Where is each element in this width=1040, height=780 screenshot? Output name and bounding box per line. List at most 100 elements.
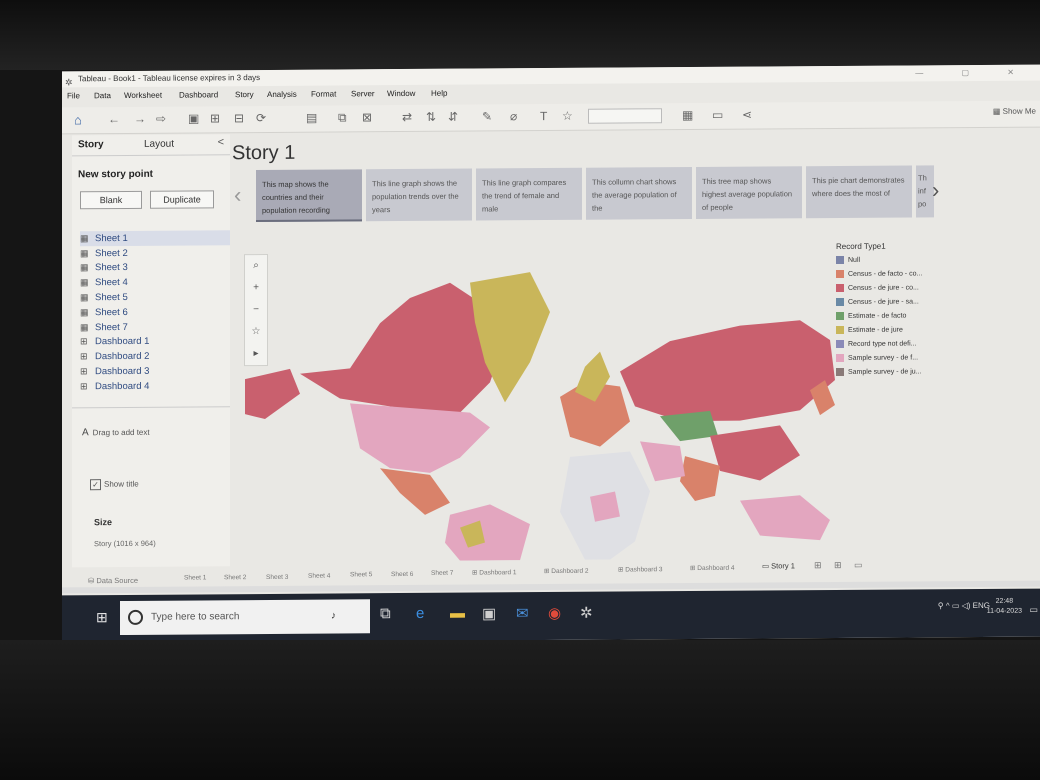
clear-sheet-icon[interactable]: ⊠	[362, 110, 372, 124]
menu-analysis[interactable]: Analysis	[267, 90, 297, 99]
tab-dashboard-4[interactable]: ⊞ Dashboard 4	[690, 564, 735, 572]
task-view-icon[interactable]: ⧉	[380, 605, 391, 622]
labels-icon[interactable]: T	[540, 109, 547, 123]
next-story-point-icon[interactable]: ›	[932, 177, 939, 203]
tab-dashboard-3[interactable]: ⊞ Dashboard 3	[618, 565, 663, 573]
list-item[interactable]: ▦ Sheet 2	[80, 245, 230, 261]
size-dropdown[interactable]: Story (1016 x 964)	[94, 539, 156, 548]
duplicate-button[interactable]: Duplicate	[150, 190, 214, 209]
legend-item[interactable]: Sample survey - de ju...	[836, 364, 946, 379]
list-item[interactable]: ⊞ Dashboard 4	[80, 378, 230, 394]
collapse-panel-icon[interactable]: <	[218, 136, 224, 148]
blank-button[interactable]: Blank	[80, 190, 142, 210]
chrome-icon[interactable]: ◉	[548, 604, 561, 622]
tab-sheet-2[interactable]: Sheet 2	[224, 574, 246, 581]
menu-dashboard[interactable]: Dashboard	[179, 90, 218, 99]
sort-desc-icon[interactable]: ⇵	[448, 110, 458, 124]
group-icon[interactable]: ⌀	[510, 109, 517, 123]
highlight-icon[interactable]: ✎	[482, 109, 492, 123]
legend-item[interactable]: Estimate - de facto	[836, 308, 946, 323]
taskbar-clock[interactable]: 22:48 11-04-2023	[987, 597, 1022, 617]
story-point[interactable]: This pie chart demonstrates where does t…	[806, 165, 912, 219]
fit-dropdown[interactable]	[588, 108, 662, 124]
legend-item[interactable]: Census - de facto - co...	[836, 266, 946, 281]
map-tools-icon[interactable]: ▸	[245, 343, 267, 365]
windows-start-icon[interactable]: ⊞	[96, 609, 108, 626]
share-icon[interactable]: ⋖	[742, 108, 752, 122]
zoom-out-icon[interactable]: −	[245, 299, 267, 321]
story-point[interactable]: This collumn chart shows the average pop…	[586, 167, 692, 220]
list-item[interactable]: ▦ Sheet 6	[80, 304, 230, 320]
tab-dashboard-1[interactable]: ⊞ Dashboard 1	[472, 568, 517, 576]
save-icon[interactable]: ▣	[188, 111, 199, 125]
story-point[interactable]: This tree map shows highest average popu…	[696, 166, 802, 219]
show-title-checkbox[interactable]: ✓ Show title	[90, 479, 139, 491]
show-me-button[interactable]: ▦ Show Me	[993, 107, 1036, 116]
legend-item[interactable]: Census - de jure - sa...	[836, 294, 946, 309]
refresh-icon[interactable]: ⟳	[256, 111, 266, 125]
tab-layout[interactable]: Layout	[144, 139, 174, 150]
mail-icon[interactable]: ✉	[516, 604, 529, 622]
home-icon[interactable]: ⌂	[74, 112, 82, 127]
legend-item[interactable]: Census - de jure - co...	[836, 280, 946, 295]
prev-story-point-icon[interactable]: ‹	[234, 182, 241, 208]
new-sheet-icon[interactable]: ▤	[306, 111, 317, 125]
tableau-taskbar-icon[interactable]: ✲	[580, 604, 593, 622]
tab-story-1[interactable]: ▭ Story 1	[762, 561, 795, 570]
legend-item[interactable]: Null	[836, 252, 946, 267]
list-item[interactable]: ▦ Sheet 7	[80, 319, 230, 335]
cards-icon[interactable]: ▦	[682, 108, 693, 122]
menu-data[interactable]: Data	[94, 91, 111, 100]
new-worksheet-icon[interactable]: ⊞	[814, 560, 822, 571]
list-item[interactable]: ⊞ Dashboard 3	[80, 363, 230, 379]
zoom-in-icon[interactable]: +	[245, 277, 267, 299]
tab-story[interactable]: Story	[78, 139, 104, 150]
menu-format[interactable]: Format	[311, 89, 336, 98]
legend-item[interactable]: Estimate - de jure	[836, 322, 946, 337]
legend-item[interactable]: Record type not defi...	[836, 336, 946, 351]
menu-server[interactable]: Server	[351, 89, 375, 98]
menu-help[interactable]: Help	[431, 89, 447, 98]
tab-sheet-4[interactable]: Sheet 4	[308, 573, 330, 580]
edge-browser-icon[interactable]: e	[416, 605, 424, 622]
menu-story[interactable]: Story	[235, 90, 254, 99]
file-explorer-icon[interactable]: ▬	[450, 605, 465, 622]
tab-sheet-6[interactable]: Sheet 6	[391, 571, 413, 578]
new-story-icon[interactable]: ▭	[854, 560, 863, 571]
tab-sheet-1[interactable]: Sheet 1	[184, 574, 206, 581]
list-item[interactable]: ▦ Sheet 5	[80, 289, 230, 305]
redo-icon[interactable]: →	[134, 112, 146, 126]
notification-icon[interactable]: ▭	[1029, 605, 1038, 616]
menu-window[interactable]: Window	[387, 89, 415, 98]
list-item[interactable]: ▦ Sheet 3	[80, 260, 230, 276]
pin-map-icon[interactable]: ☆	[245, 321, 267, 343]
replay-icon[interactable]: ⇨	[156, 112, 166, 126]
story-point[interactable]: This map shows the countries and their p…	[256, 169, 362, 223]
store-icon[interactable]: ▣	[482, 604, 496, 622]
data-source-tab[interactable]: ⛁ Data Source	[88, 576, 138, 585]
sort-asc-icon[interactable]: ⇅	[426, 110, 436, 124]
story-point[interactable]: This line graph compares the trend of fe…	[476, 167, 582, 221]
new-datasource-icon[interactable]: ⊞	[210, 111, 220, 125]
presentation-icon[interactable]: ▭	[712, 108, 723, 122]
pause-updates-icon[interactable]: ⊟	[234, 111, 244, 125]
new-dashboard-icon[interactable]: ⊞	[834, 560, 842, 571]
undo-icon[interactable]: ←	[108, 112, 120, 126]
story-point[interactable]: This line graph shows the population tre…	[366, 168, 472, 222]
tab-sheet-3[interactable]: Sheet 3	[266, 574, 288, 581]
menu-worksheet[interactable]: Worksheet	[124, 91, 162, 100]
system-tray[interactable]: ⚲ ^ ▭ ◁) ENG	[938, 601, 990, 610]
tab-sheet-7[interactable]: Sheet 7	[431, 570, 453, 577]
list-item[interactable]: ⊞ Dashboard 1	[80, 334, 230, 350]
microphone-icon[interactable]: ♪	[331, 600, 336, 634]
map-search-icon[interactable]: ⌕	[245, 255, 267, 277]
duplicate-sheet-icon[interactable]: ⧉	[338, 110, 347, 125]
list-item[interactable]: ▦ Sheet 4	[80, 275, 230, 291]
pin-icon[interactable]: ☆	[562, 109, 573, 123]
menu-file[interactable]: File	[67, 91, 80, 100]
drag-text-object[interactable]: A Drag to add text	[82, 427, 150, 438]
taskbar-search[interactable]: Type here to search ♪	[120, 599, 370, 636]
legend-item[interactable]: Sample survey - de f...	[836, 350, 946, 365]
swap-icon[interactable]: ⇄	[402, 110, 412, 124]
list-item[interactable]: ⊞ Dashboard 2	[80, 349, 230, 365]
